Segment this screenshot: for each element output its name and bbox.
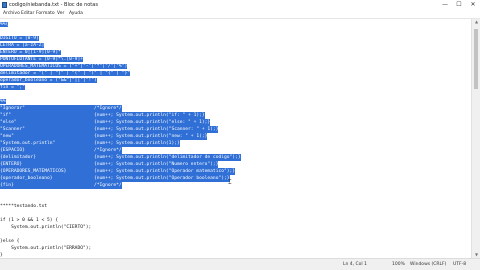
text-line: fin = ";" [0,84,25,91]
text-line: {fin}/*Ignore*/ [0,182,122,189]
line-text: delimitador = "[" | "]" | "(" | ")" | "{… [0,71,130,76]
line-text: "Ignorar" [0,105,94,112]
text-line: %%{ [0,21,9,28]
line-action-text: {num++; System.out.println("delimitador … [94,154,241,161]
close-button[interactable]: ✕ [466,0,480,10]
text-line: "else" {num++; System.out.println("else: … [0,119,211,126]
text-line: *****testando.txt [0,203,47,210]
text-line: "Ignorar"/*Ignore*/ [0,105,122,112]
text-line: {OPERADORES_MATEMATICOS} {num++; System.o… [0,168,236,175]
maximize-button[interactable]: ☐ [452,0,466,10]
line-action-text: {num++; System.out.println("new: " + 1);… [94,133,208,140]
line-text: {ENTERO} [0,161,94,168]
line-text: ENTERO = 0|[1-9][0-9]* [0,50,61,55]
cursor-position: Ln 4, Col 1 [343,262,367,267]
line-action-text: {num++; System.out.println("Operador boo… [94,175,230,182]
line-action-text: {num++; System.out.println("if: " + 1);} [94,112,205,119]
title-bar: codigo/niebanda.txt - Bloc de notas — ☐ … [0,0,480,10]
text-line: operador_booleano = ("&&"|"||"|"!") [0,77,97,84]
text-line: if (1 > 0 && 1 < 5) { [0,217,58,224]
line-text: {fin} [0,182,94,189]
line-text: PUNTOFLOTANTE = [0-9]*\.[0-9]+ [0,57,83,62]
status-bar: Ln 4, Col 1 100% Windows (CRLF) UTF-8 [0,258,480,270]
zoom-level: 100% [392,262,405,267]
text-line: "Scanner" {num++; System.out.println("Sca… [0,126,219,133]
line-action-text: {num++; System.out.println("Numero enter… [94,161,219,168]
minimize-button[interactable]: — [438,0,452,10]
line-text: System.out.println("CIERTO"); [0,225,92,230]
line-text: %% [0,99,6,104]
line-text: "System.out.println" [0,140,94,147]
menu-bar: Archivo Editar Formato Ver Ayuda [0,10,480,19]
line-text: *****testando.txt [0,204,48,209]
line-text: OPERADORES_MATEMATICOS = ("+"|"-"|"*"|"/… [0,64,128,69]
text-line: DIGITO = [0-9] [0,35,39,42]
window-title: codigo/niebanda.txt - Bloc de notas [9,2,98,8]
encoding: UTF-8 [453,262,467,267]
text-line: "new" {num++; System.out.println("new: " … [0,133,208,140]
line-text: {delimitador} [0,154,94,161]
line-text: {ESPACIO} [0,147,94,154]
line-action-text: {num++; System.out.println("Scanner: " +… [94,126,219,133]
text-line: "if" {num++; System.out.println("if: " + … [0,112,205,119]
menu-editar[interactable]: Editar [21,10,34,18]
line-text: {OPERADORES_MATEMATICOS} [0,168,94,175]
text-line: {operador_booleano} {num++; System.out.pr… [0,175,230,182]
line-text: fin = ";" [0,85,25,90]
line-text: System.out.println("ERRADO"); [0,246,92,251]
line-text: "Scanner" [0,126,94,133]
text-line: %% [0,98,6,105]
menu-formato[interactable]: Formato [36,10,55,18]
text-line: delimitador = "[" | "]" | "(" | ")" | "{… [0,70,130,77]
text-line: LETRA = [a-zA-Z] [0,42,45,49]
line-action-text: {num++; System.out.println("else: " + 1)… [94,119,211,126]
line-ending: Windows (CRLF) [410,262,447,267]
line-action-text: {num++; System.out.println("Operador mat… [94,168,236,175]
menu-ayuda[interactable]: Ayuda [69,10,83,18]
text-line: }else { [0,238,19,245]
line-text: }else { [0,239,20,244]
text-line: {delimitador} {num++; System.out.println(… [0,154,241,161]
text-line: System.out.println("ERRADO"); [0,245,91,252]
text-line: {ESPACIO}/*Ignore*/ [0,147,122,154]
scrollbar-thumb[interactable] [474,29,478,89]
line-text: %%{ [0,22,9,27]
text-line: "System.out.println" {num++; System.out.p… [0,140,180,147]
line-text: LETRA = [a-zA-Z] [0,43,45,48]
line-action-text: {num++; System.out.println(1);} [94,140,180,147]
scroll-up-icon[interactable]: ▲ [472,19,480,25]
menu-archivo[interactable]: Archivo [3,10,20,18]
vertical-scrollbar[interactable]: ▲ ▼ [471,19,480,258]
line-action-text: /*Ignore*/ [94,105,122,112]
text-editor[interactable]: %%{ DIGITO = [0-9] LETRA = [a-zA-Z] ENTERO … [0,19,471,258]
text-line: System.out.println("CIERTO"); [0,224,91,231]
line-action-text: /*Ignore*/ [94,147,122,154]
text-line: PUNTOFLOTANTE = [0-9]*\.[0-9]+ [0,56,83,63]
line-text: DIGITO = [0-9] [0,36,39,41]
line-text: "else" [0,119,94,126]
text-line: {ENTERO} {num++; System.out.println("Nume… [0,161,219,168]
line-text: if (1 > 0 && 1 < 5) { [0,218,59,223]
text-caret: ⌶ [228,179,232,186]
line-text: "if" [0,112,94,119]
line-text: operador_booleano = ("&&"|"||"|"!") [0,78,97,83]
menu-ver[interactable]: Ver [57,10,64,18]
text-line: ENTERO = 0|[1-9][0-9]* [0,49,61,56]
notepad-icon [2,2,7,8]
line-text: {operador_booleano} [0,175,94,182]
line-action-text: /*Ignore*/ [94,182,122,189]
text-line: OPERADORES_MATEMATICOS = ("+"|"-"|"*"|"/… [0,63,128,70]
line-text: "new" [0,133,94,140]
